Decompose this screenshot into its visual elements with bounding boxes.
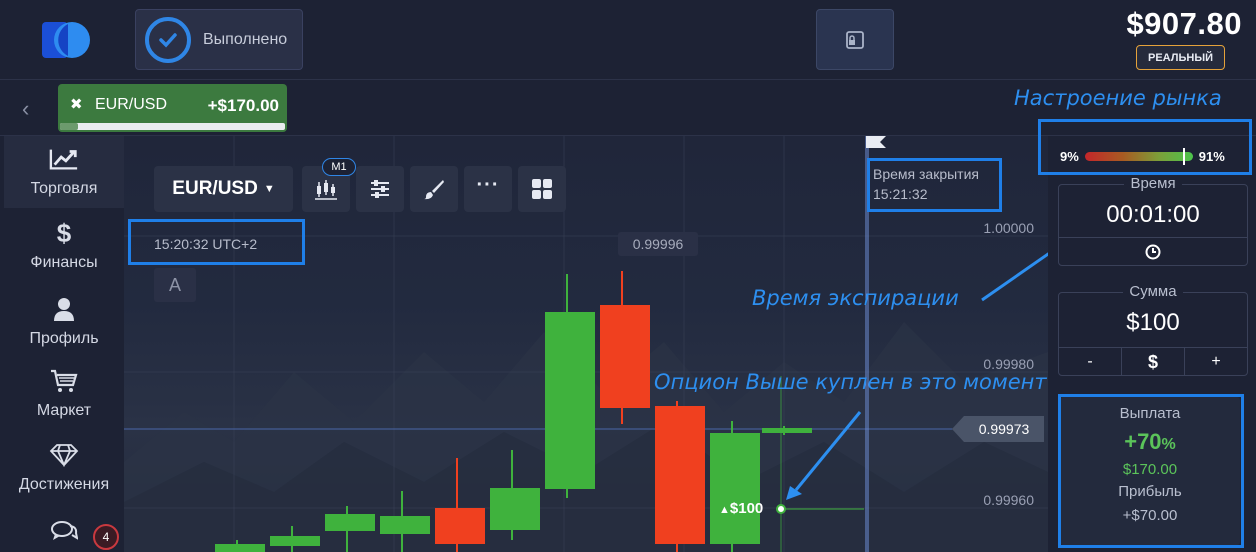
amount-label: Сумма (1123, 283, 1183, 300)
trade-entry-point (776, 504, 786, 514)
candle-body (270, 536, 320, 546)
currency-button[interactable]: $ (1122, 348, 1185, 376)
trade-marker-amount: $100 (729, 500, 764, 517)
sidebar: Торговля $ Финансы Профиль Маркет Достиж… (0, 136, 124, 552)
account-type-badge[interactable]: РЕАЛЬНЫЙ (1136, 45, 1225, 70)
candle-body (215, 544, 265, 552)
done-label: Выполнено (203, 30, 288, 48)
close-icon[interactable]: ✖ (70, 95, 83, 113)
annotation-arrowhead (786, 486, 802, 500)
indicators-button[interactable] (356, 166, 404, 212)
sidebar-item-market[interactable]: Маркет (4, 358, 124, 430)
expiry-annotation: Время экспирации (752, 286, 959, 310)
sidebar-item-label: Финансы (30, 254, 98, 271)
chat-icon (49, 518, 79, 544)
expiry-time-box[interactable]: Время 00:01:00 (1058, 175, 1248, 266)
sidebar-item-trading[interactable]: Торговля (4, 136, 124, 208)
asset-tab-eurusd[interactable]: ✖ EUR/USD +$170.00 (58, 84, 287, 132)
drawing-button[interactable] (410, 166, 458, 212)
amount-box[interactable]: Сумма $100 - $ + (1058, 283, 1248, 376)
text-tool-button[interactable]: A (154, 268, 196, 302)
candle-body (762, 428, 812, 433)
sidebar-item-achievements[interactable]: Достижения (4, 432, 124, 504)
screenshot-button[interactable] (816, 9, 894, 70)
balance[interactable]: $907.80 (1126, 6, 1242, 42)
amount-minus-button[interactable]: - (1059, 348, 1122, 376)
triangle-up-icon: ▲ (719, 504, 730, 516)
sidebar-item-finance[interactable]: $ Финансы (4, 210, 124, 282)
pair-select-label: EUR/USD (172, 178, 258, 199)
sidebar-item-label: Профиль (29, 330, 99, 347)
check-icon (145, 16, 191, 63)
top-bar: Выполнено $907.80 РЕАЛЬНЫЙ (0, 0, 1256, 80)
sentiment-highlight-box (1038, 119, 1252, 175)
amount-plus-button[interactable]: + (1185, 348, 1247, 376)
time-label: Время (1124, 175, 1182, 192)
timeframe-badge[interactable]: M1 (322, 158, 356, 176)
candles-icon (315, 180, 337, 200)
sidebar-item-profile[interactable]: Профиль (4, 286, 124, 358)
grid-layout-icon (532, 179, 552, 199)
sidebar-item-label: Достижения (18, 476, 110, 493)
cart-icon (49, 368, 79, 394)
price-axis-label: 0.99960 (983, 492, 1034, 508)
clock-icon (1145, 244, 1161, 260)
candle-body (325, 514, 375, 531)
diamond-icon (49, 442, 79, 468)
logo-icon[interactable] (40, 20, 96, 60)
asset-tab-pair: EUR/USD (95, 96, 168, 113)
clock-highlight-box (128, 219, 305, 265)
candle-body (710, 433, 760, 544)
trend-chart-icon (49, 146, 79, 172)
payout-highlight-box (1058, 394, 1244, 548)
trade-progress-fill (60, 123, 78, 130)
time-value[interactable]: 00:01:00 (1059, 201, 1247, 229)
annotation-arrow (981, 252, 1048, 302)
user-icon (49, 296, 79, 322)
sliders-icon (371, 180, 389, 198)
asset-tab-profit: +$170.00 (207, 96, 279, 115)
dollar-icon: $ (56, 217, 72, 248)
candle-body (545, 312, 595, 489)
more-dots-icon: ··· (476, 173, 500, 196)
trade-marker: ▲$100 (719, 500, 763, 517)
price-axis-label: 1.00000 (983, 220, 1034, 236)
sidebar-item-label: Торговля (30, 180, 98, 197)
brush-icon (424, 180, 444, 200)
chart-area[interactable]: EUR/USD ▼ M1 ··· 15:20:32 UTC+2 A 0.9999… (124, 136, 1048, 552)
pair-select[interactable]: EUR/USD ▼ (154, 166, 293, 212)
candle-body (600, 305, 650, 408)
chevron-left-icon[interactable]: ‹ (22, 96, 29, 122)
candle-body (490, 488, 540, 530)
sidebar-item-label: Маркет (36, 402, 92, 419)
lock-screen-icon (846, 30, 864, 49)
layout-button[interactable] (518, 166, 566, 212)
current-price-label: 0.99973 (952, 416, 1044, 442)
more-button[interactable]: ··· (464, 166, 512, 212)
time-mode-button[interactable] (1059, 237, 1247, 266)
candle-body (380, 516, 430, 534)
candle-body (435, 508, 485, 544)
caret-down-icon: ▼ (263, 183, 275, 195)
chat-count-badge: 4 (93, 524, 119, 550)
finish-flag-icon (866, 136, 886, 148)
amount-value[interactable]: $100 (1059, 309, 1247, 337)
trade-progress-bar (60, 123, 285, 130)
close-time-highlight-box (867, 158, 1002, 212)
sentiment-annotation: Настроение рынка (1014, 86, 1222, 110)
top-price-label: 0.99996 (618, 232, 698, 256)
trade-panel: 9% 91% Время 00:01:00 Сумма $100 - $ + В… (1038, 119, 1256, 552)
candle-body (655, 406, 705, 544)
done-button[interactable]: Выполнено (135, 9, 303, 70)
option-annotation: Опцион Выше куплен в это момент (654, 370, 1047, 394)
annotation-arrow (794, 411, 862, 491)
